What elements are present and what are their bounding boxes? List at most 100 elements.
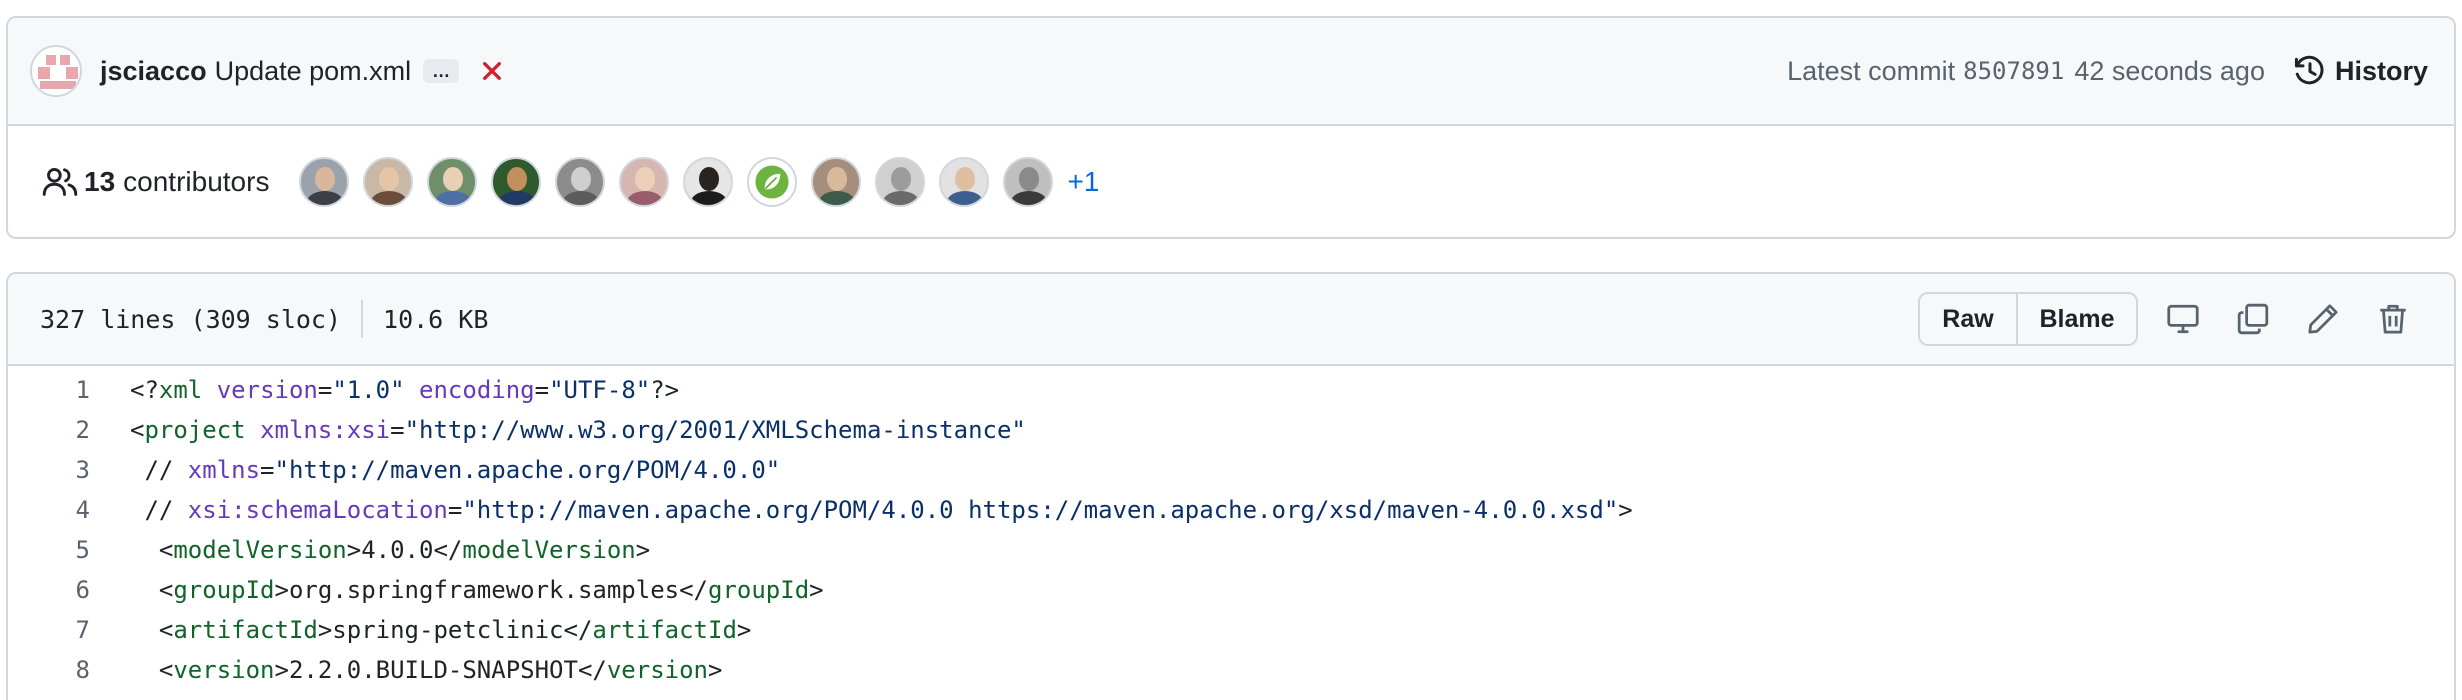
code-token: >org.springframework.samples</	[274, 576, 708, 604]
code-token: "1.0"	[332, 376, 405, 404]
code-token: >	[736, 616, 752, 644]
more-contributors-link[interactable]: +1	[1067, 166, 1099, 198]
commit-author-link[interactable]: jsciacco	[100, 56, 207, 87]
contributor-avatar[interactable]	[939, 156, 990, 207]
code-token: project	[144, 416, 246, 444]
code-token: "UTF-8"	[549, 376, 651, 404]
delete-button[interactable]	[2358, 292, 2428, 346]
copy-icon	[2237, 303, 2269, 335]
line-number[interactable]: 6	[8, 576, 90, 604]
contributor-avatar[interactable]	[363, 156, 414, 207]
code-token: <	[130, 616, 174, 644]
code-token: modelVersion	[173, 536, 347, 564]
code-token: >	[809, 576, 824, 604]
code-token: groupId	[708, 576, 810, 604]
line-content: <?xml version="1.0" encoding="UTF-8"?>	[130, 376, 679, 404]
code-token: <	[130, 656, 174, 684]
commit-sha-link[interactable]: 8507891	[1963, 57, 2064, 85]
code-token: encoding	[419, 376, 535, 404]
raw-button[interactable]: Raw	[1920, 294, 2018, 344]
latest-commit-label: Latest commit	[1787, 55, 1956, 86]
x-icon[interactable]	[479, 58, 505, 84]
line-content: // xmlns="http://maven.apache.org/POM/4.…	[130, 456, 780, 484]
file-header: 327 lines (309 sloc) 10.6 KB Raw Blame	[8, 274, 2454, 366]
contributor-avatar[interactable]	[811, 156, 862, 207]
contributor-avatar[interactable]	[747, 156, 798, 207]
header-divider	[361, 300, 364, 338]
contributor-avatar[interactable]	[299, 156, 350, 207]
line-number[interactable]: 8	[8, 656, 90, 684]
blame-button[interactable]: Blame	[2018, 294, 2136, 344]
file-line-count: 327 lines (309 sloc)	[40, 304, 342, 334]
code-line: 9	[8, 690, 2454, 700]
contributor-avatar[interactable]	[619, 156, 670, 207]
author-avatar[interactable]	[30, 45, 82, 97]
code-token: >4.0.0</	[346, 536, 463, 564]
line-number[interactable]: 1	[8, 376, 90, 404]
code-line: 3 // xmlns="http://maven.apache.org/POM/…	[8, 450, 2454, 490]
code-token: xml	[158, 376, 203, 404]
file-size: 10.6 KB	[383, 304, 489, 334]
code-line: 6 < groupId>org.springframework.samples</…	[8, 570, 2454, 610]
code-token: =	[260, 456, 275, 484]
code-line: 8 <version>2.2.0.BUILD-SNAPSHOT</version…	[8, 650, 2454, 690]
contributor-avatar[interactable]	[875, 156, 926, 207]
line-content: <version>2.2.0.BUILD-SNAPSHOT</version>	[130, 656, 723, 684]
contributor-avatar[interactable]	[683, 156, 734, 207]
contributor-avatar[interactable]	[427, 156, 478, 207]
code-token: >2.2.0.BUILD-SNAPSHOT</	[274, 656, 607, 684]
commit-box: jsciacco Update pom.xml … Latest commit …	[6, 16, 2456, 239]
code-token: xmlns:xsi	[260, 416, 391, 444]
line-number[interactable]: 9	[8, 696, 90, 700]
contributor-avatar[interactable]	[1003, 156, 1054, 207]
history-icon	[2294, 55, 2324, 85]
display-icon	[2167, 304, 2199, 334]
code-token: xsi:schemaLocation	[187, 496, 448, 524]
code-token: <	[130, 416, 145, 444]
line-content: <project xmlns:xsi="http://www.w3.org/20…	[130, 416, 1026, 444]
code-token: "http://www.w3.org/2001/XMLSchema-instan…	[404, 416, 1026, 444]
history-label: History	[2334, 55, 2428, 86]
line-content: <groupId>org.springframework.samples</gr…	[130, 576, 824, 604]
code-token: "http://maven.apache.org/POM/4.0.0 https…	[462, 496, 1619, 524]
code-line: 5 <modelVersion>4.0.0</modelVersion>	[8, 530, 2454, 570]
display-button[interactable]	[2148, 292, 2218, 346]
history-button[interactable]: History	[2293, 54, 2428, 88]
contributor-avatars: +1	[299, 156, 1099, 207]
contributors-label[interactable]: contributors	[123, 166, 269, 198]
code-token: <	[130, 536, 174, 564]
edit-button[interactable]	[2288, 292, 2358, 346]
contributor-avatar[interactable]	[555, 156, 606, 207]
code-view[interactable]: 1 <?xml version="1.0" encoding="UTF-8"?> 2…	[8, 366, 2454, 700]
commit-message-link[interactable]: Update pom.xml	[215, 56, 412, 87]
line-number[interactable]: 4	[8, 496, 90, 524]
line-number[interactable]: 3	[8, 456, 90, 484]
contributors-count[interactable]: 13	[84, 166, 115, 198]
code-token: version	[216, 376, 318, 404]
latest-commit-bar: jsciacco Update pom.xml … Latest commit …	[8, 18, 2454, 126]
trash-icon	[2380, 304, 2406, 334]
code-token: >	[635, 536, 651, 564]
code-token: //	[130, 496, 188, 524]
line-number[interactable]: 7	[8, 616, 90, 644]
code-token: >	[708, 656, 723, 684]
code-token: //	[130, 456, 188, 484]
code-line: 4 // xsi:schemaLocation="http://maven.ap…	[8, 490, 2454, 530]
line-number[interactable]: 5	[8, 536, 90, 564]
copy-button[interactable]	[2218, 292, 2288, 346]
code-token: modelVersion	[462, 536, 636, 564]
code-token: =	[317, 376, 333, 404]
line-number[interactable]: 2	[8, 416, 90, 444]
code-token: "http://maven.apache.org/POM/4.0.0"	[274, 456, 781, 484]
code-token: =	[390, 416, 405, 444]
line-content: <modelVersion>4.0.0</modelVersion>	[130, 536, 650, 564]
raw-blame-group: Raw Blame	[1918, 292, 2138, 346]
commit-expand-button[interactable]: …	[423, 59, 460, 83]
code-token: artifactId	[592, 616, 737, 644]
code-line: 1 <?xml version="1.0" encoding="UTF-8"?>	[8, 370, 2454, 410]
code-token: <?	[130, 376, 159, 404]
code-token: =	[447, 496, 463, 524]
contributor-avatar[interactable]	[491, 156, 542, 207]
code-token: <	[130, 576, 174, 604]
